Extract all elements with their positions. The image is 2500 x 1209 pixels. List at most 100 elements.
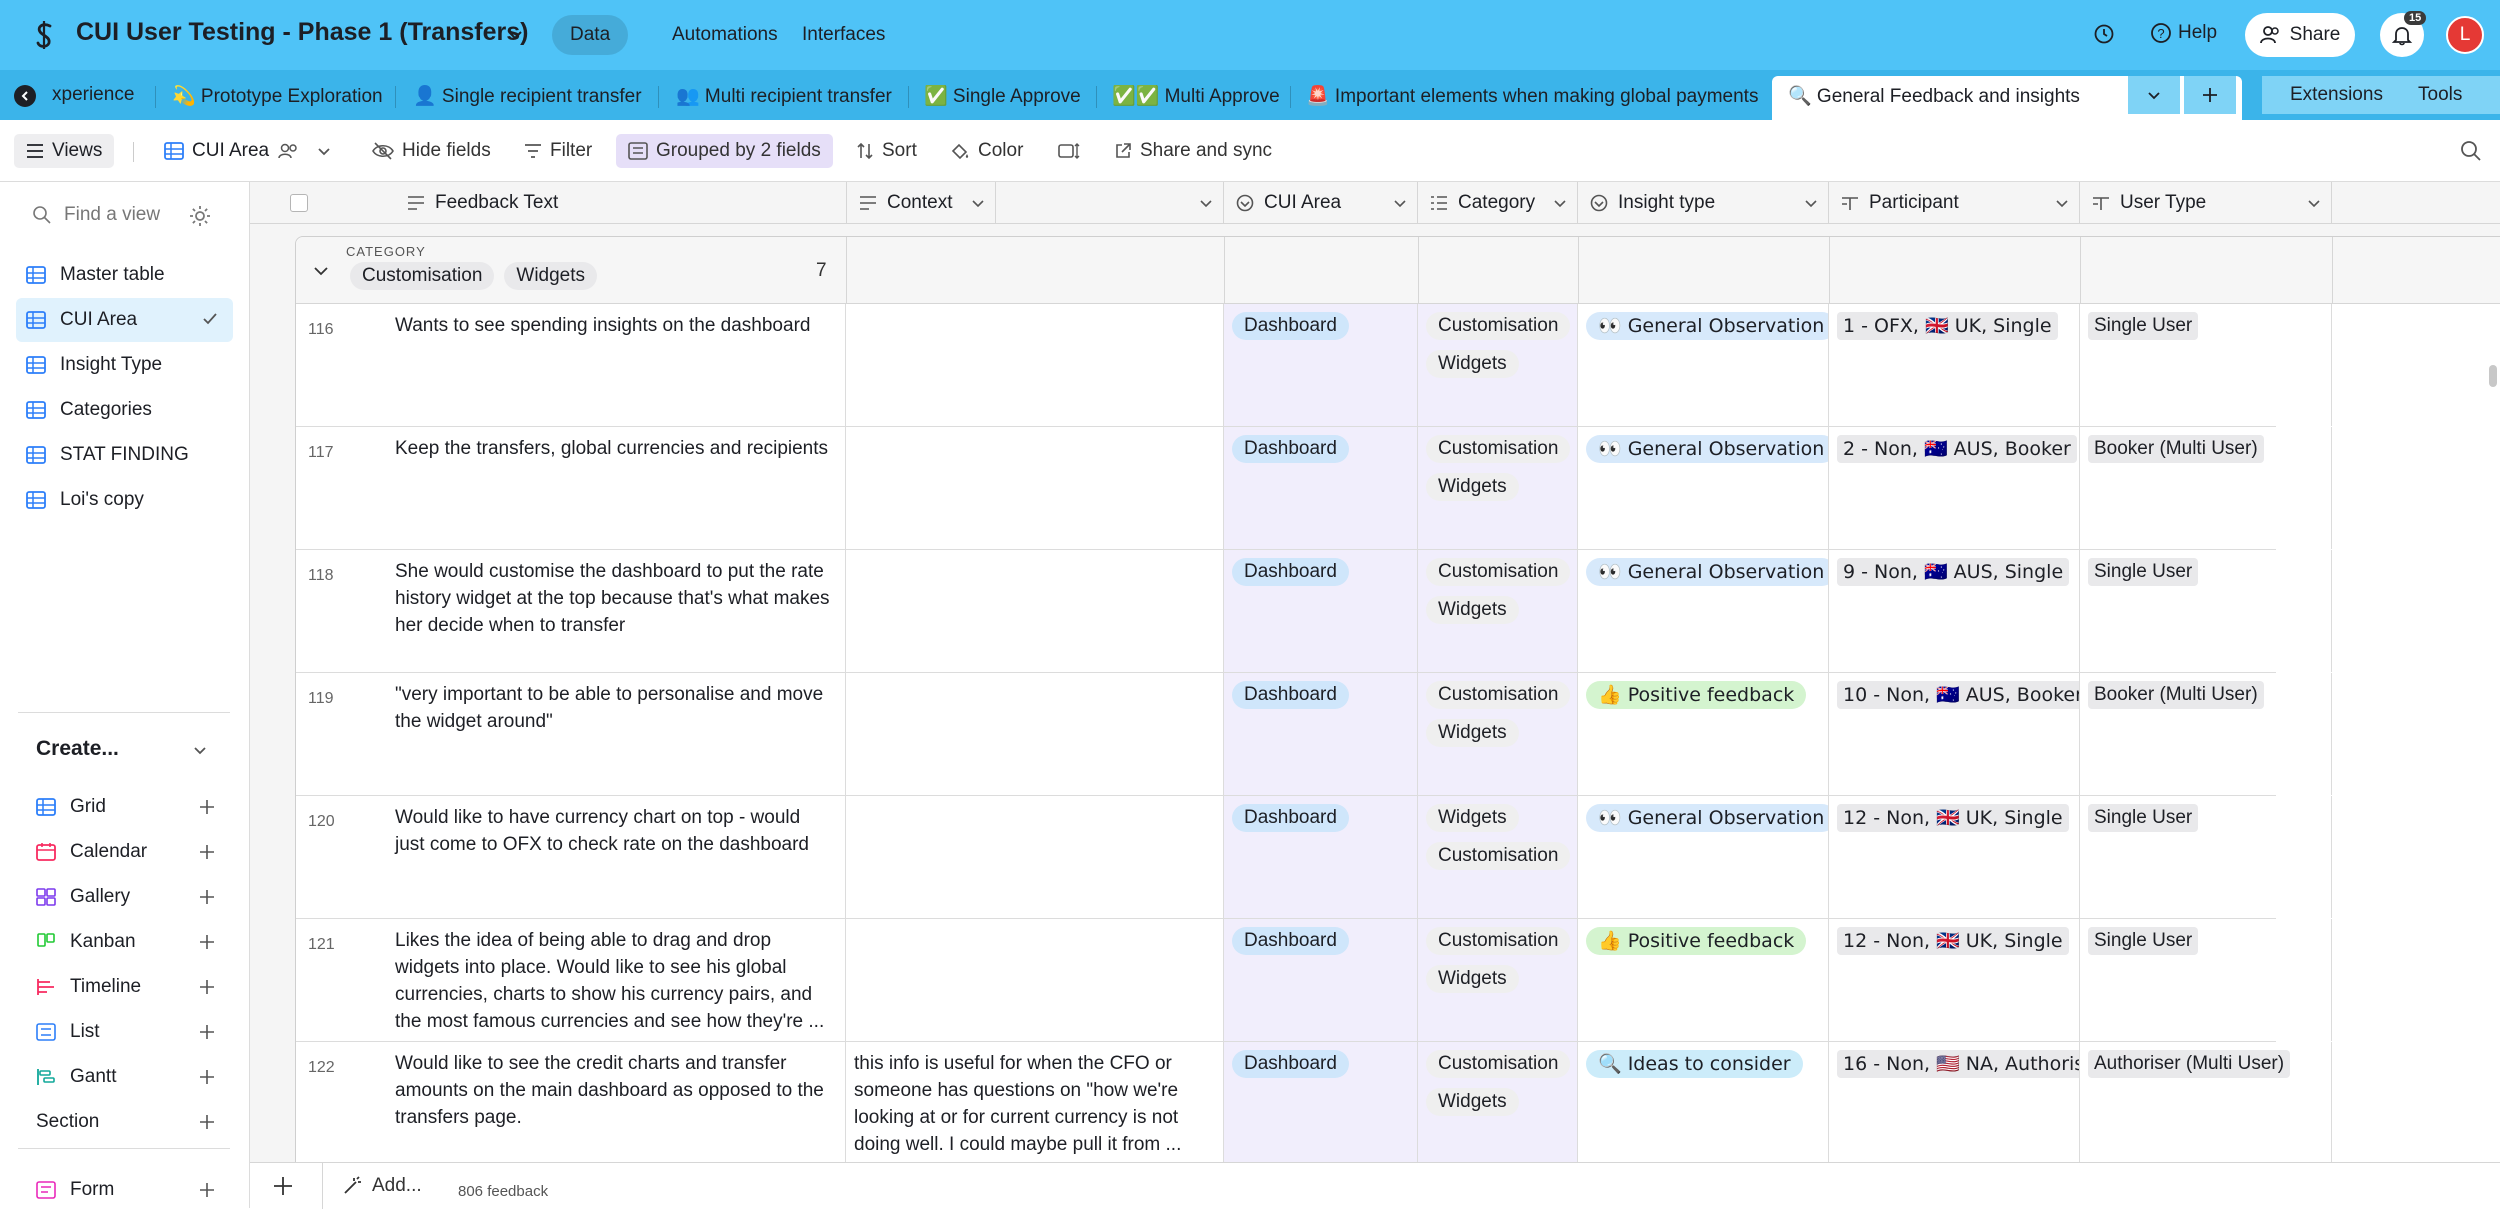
category-cell[interactable]: Customisation Widgets xyxy=(1418,550,1578,672)
chevron-down-icon[interactable] xyxy=(506,26,524,44)
tab-multi-recipient-transfer[interactable]: 👥 Multi recipient transfer xyxy=(676,84,892,108)
tab-important-elements[interactable]: 🚨 Important elements when making global … xyxy=(1306,84,1758,108)
group-button[interactable]: Grouped by 2 fields xyxy=(616,134,833,168)
avatar[interactable]: L xyxy=(2446,16,2484,54)
notifications-button[interactable]: 15 xyxy=(2380,11,2427,57)
cui-area-cell[interactable]: Dashboard xyxy=(1224,1042,1418,1164)
participant-cell[interactable]: 12 - Non, 🇬🇧 UK, Single xyxy=(1829,919,2080,1041)
row-height-button[interactable] xyxy=(1050,134,1088,168)
all-tables-button[interactable] xyxy=(2128,76,2180,114)
participant-cell[interactable]: 1 - OFX, 🇬🇧 UK, Single xyxy=(1829,304,2080,426)
share-button[interactable]: Share xyxy=(2245,13,2355,57)
table-row[interactable]: 121 Likes the idea of being able to drag … xyxy=(296,919,2332,1042)
find-view-input[interactable]: Find a view xyxy=(32,204,160,226)
create-section[interactable]: Section xyxy=(36,1107,216,1137)
table-row[interactable]: 120 Would like to have currency chart on … xyxy=(296,796,2332,919)
sidebar-view-cui-area[interactable]: CUI Area xyxy=(16,298,233,342)
feedback-cell[interactable]: 119 "very important to be able to persona… xyxy=(296,673,846,795)
chevron-down-icon[interactable] xyxy=(1393,196,1407,210)
feedback-cell[interactable]: 117 Keep the transfers, global currencies… xyxy=(296,427,846,549)
category-cell[interactable]: Customisation Widgets xyxy=(1418,673,1578,795)
create-calendar-view[interactable]: Calendar xyxy=(36,837,216,867)
create-list-view[interactable]: List xyxy=(36,1017,216,1047)
gear-icon[interactable] xyxy=(188,204,212,228)
sidebar-view-insight-type[interactable]: Insight Type xyxy=(16,343,233,387)
tab-scroll-left-button[interactable] xyxy=(14,85,36,107)
column-header-category[interactable]: Category xyxy=(1418,182,1578,224)
column-header-cui-area[interactable]: CUI Area xyxy=(1224,182,1418,224)
user-type-cell[interactable]: Single User xyxy=(2080,919,2332,1041)
context-cell[interactable] xyxy=(846,673,1224,795)
column-header-insight-type[interactable]: Insight type xyxy=(1578,182,1829,224)
tab-single-recipient-transfer[interactable]: 👤 Single recipient transfer xyxy=(413,84,642,108)
chevron-down-icon[interactable] xyxy=(192,742,208,758)
category-cell[interactable]: Customisation Widgets xyxy=(1418,919,1578,1041)
insight-type-cell[interactable]: 👍 Positive feedback xyxy=(1578,673,1829,795)
create-form-view[interactable]: Form xyxy=(36,1175,216,1205)
table-row[interactable]: 119 "very important to be able to persona… xyxy=(296,673,2332,796)
tools-button[interactable]: Tools xyxy=(2418,84,2462,106)
user-type-cell[interactable]: Single User xyxy=(2080,550,2332,672)
table-row[interactable]: 117 Keep the transfers, global currencies… xyxy=(296,427,2332,550)
create-gantt-view[interactable]: Gantt xyxy=(36,1062,216,1092)
tab-single-approve[interactable]: ✅ Single Approve xyxy=(924,84,1081,108)
add-options-button[interactable]: Add... xyxy=(342,1175,422,1197)
share-sync-button[interactable]: Share and sync xyxy=(1106,134,1280,168)
chevron-down-icon[interactable] xyxy=(2307,196,2321,210)
tab-multi-approve[interactable]: ✅✅ Multi Approve xyxy=(1112,84,1280,108)
user-type-cell[interactable]: Single User xyxy=(2080,304,2332,426)
user-type-cell[interactable]: Authoriser (Multi User) xyxy=(2080,1042,2332,1164)
category-cell[interactable]: Widgets Customisation xyxy=(1418,796,1578,918)
cui-area-cell[interactable]: Dashboard xyxy=(1224,796,1418,918)
participant-cell[interactable]: 16 - Non, 🇺🇸 NA, Authoriser xyxy=(1829,1042,2080,1164)
chevron-down-icon[interactable] xyxy=(2055,196,2069,210)
participant-cell[interactable]: 12 - Non, 🇬🇧 UK, Single xyxy=(1829,796,2080,918)
tab-prototype-exploration[interactable]: 💫 Prototype Exploration xyxy=(172,84,383,108)
category-cell[interactable]: Customisation Widgets xyxy=(1418,427,1578,549)
sidebar-view-categories[interactable]: Categories xyxy=(16,388,233,432)
help-button[interactable]: ? Help xyxy=(2150,22,2217,44)
participant-cell[interactable]: 10 - Non, 🇦🇺 AUS, Booker xyxy=(1829,673,2080,795)
extensions-button[interactable]: Extensions xyxy=(2290,84,2383,106)
select-all-checkbox[interactable] xyxy=(289,194,308,212)
create-timeline-view[interactable]: Timeline xyxy=(36,972,216,1002)
create-view-heading[interactable]: Create... xyxy=(36,737,119,761)
views-toggle-button[interactable]: Views xyxy=(14,134,115,168)
column-header-user-type[interactable]: User Type xyxy=(2080,182,2332,224)
cui-area-cell[interactable]: Dashboard xyxy=(1224,673,1418,795)
cui-area-cell[interactable]: Dashboard xyxy=(1224,919,1418,1041)
column-header-participant[interactable]: Participant xyxy=(1829,182,2080,224)
cui-area-cell[interactable]: Dashboard xyxy=(1224,427,1418,549)
add-record-button[interactable] xyxy=(270,1173,296,1199)
create-kanban-view[interactable]: Kanban xyxy=(36,927,216,957)
chevron-down-icon[interactable] xyxy=(1804,196,1818,210)
context-cell[interactable] xyxy=(846,427,1224,549)
hide-fields-button[interactable]: Hide fields xyxy=(364,134,499,168)
color-button[interactable]: Color xyxy=(942,134,1031,168)
cui-area-cell[interactable]: Dashboard xyxy=(1224,550,1418,672)
column-header-context[interactable]: Context xyxy=(847,182,1224,224)
search-icon[interactable] xyxy=(2460,140,2482,162)
feedback-cell[interactable]: 122 Would like to see the credit charts a… xyxy=(296,1042,846,1164)
nav-automations[interactable]: Automations xyxy=(654,15,796,55)
user-type-cell[interactable]: Single User xyxy=(2080,796,2332,918)
feedback-cell[interactable]: 116 Wants to see spending insights on the… xyxy=(296,304,846,426)
current-view-button[interactable]: CUI Area xyxy=(156,134,339,168)
create-grid-view[interactable]: Grid xyxy=(36,792,216,822)
table-row[interactable]: 118 She would customise the dashboard to … xyxy=(296,550,2332,673)
insight-type-cell[interactable]: 👀 General Observation xyxy=(1578,550,1829,672)
category-cell[interactable]: Customisation Widgets xyxy=(1418,304,1578,426)
insight-type-cell[interactable]: 👍 Positive feedback xyxy=(1578,919,1829,1041)
chevron-down-icon[interactable] xyxy=(312,262,330,280)
insight-type-cell[interactable]: 👀 General Observation xyxy=(1578,796,1829,918)
insight-type-cell[interactable]: 👀 General Observation xyxy=(1578,427,1829,549)
sort-button[interactable]: Sort xyxy=(848,134,925,168)
vertical-scrollbar[interactable] xyxy=(2489,365,2497,387)
table-row[interactable]: 116 Wants to see spending insights on the… xyxy=(296,304,2332,427)
base-logo-icon[interactable] xyxy=(28,18,62,52)
category-cell[interactable]: Customisation Widgets xyxy=(1418,1042,1578,1164)
nav-interfaces[interactable]: Interfaces xyxy=(784,15,903,55)
context-cell[interactable]: this info is useful for when the CFO or … xyxy=(846,1042,1224,1164)
history-icon[interactable] xyxy=(2092,22,2116,46)
participant-cell[interactable]: 2 - Non, 🇦🇺 AUS, Booker xyxy=(1829,427,2080,549)
